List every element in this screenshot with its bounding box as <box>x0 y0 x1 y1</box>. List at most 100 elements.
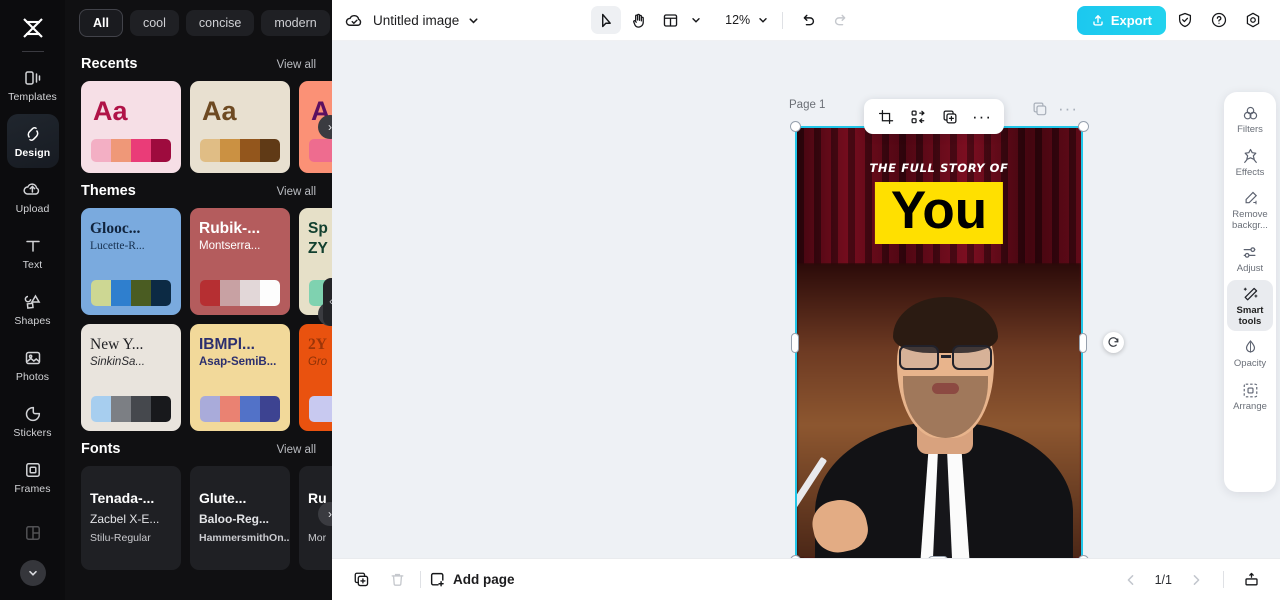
duplicate-page-button[interactable] <box>1032 101 1048 119</box>
theme-font-secondary: Montserra... <box>199 240 261 253</box>
sidebar-item-upload[interactable]: Upload <box>7 170 59 224</box>
expand-more-nav-button[interactable] <box>19 560 46 586</box>
sidebar-label: Shapes <box>14 315 51 327</box>
right-tool-remove-background[interactable]: Remove backgr... <box>1227 184 1273 235</box>
right-tool-label: Adjust <box>1236 262 1264 274</box>
resize-handle-top-right[interactable] <box>1078 121 1089 132</box>
layout-tool-button[interactable] <box>655 6 685 34</box>
collapse-panel-handle[interactable]: ‹ <box>323 278 332 326</box>
photos-icon <box>23 347 43 368</box>
sidebar-item-design[interactable]: Design <box>6 114 59 168</box>
right-tool-label: Filters <box>1237 124 1263 135</box>
palette-swatches <box>309 139 332 162</box>
capcut-logo-icon[interactable] <box>15 12 51 44</box>
duplicate-page-button[interactable] <box>346 566 376 594</box>
resize-handle-left[interactable] <box>791 333 799 353</box>
sidebar-item-photos[interactable]: Photos <box>7 338 59 392</box>
crop-button[interactable] <box>872 104 900 130</box>
zoom-caret-button[interactable] <box>754 6 772 34</box>
theme-card[interactable]: 2Y Gro <box>299 324 332 431</box>
selected-image-element[interactable]: THE FULL STORY OF You <box>795 126 1083 558</box>
theme-font-secondary: ZY <box>308 240 328 258</box>
duplicate-button[interactable] <box>936 104 964 130</box>
shield-check-button[interactable] <box>1170 6 1200 34</box>
shield-check-icon <box>1176 11 1194 29</box>
recents-view-all-link[interactable]: View all <box>277 59 316 71</box>
present-button[interactable] <box>1236 566 1266 594</box>
resize-handle-right[interactable] <box>1079 333 1087 353</box>
adjust-sliders-icon <box>1241 243 1260 262</box>
resize-handle-bottom[interactable] <box>928 556 948 558</box>
replace-shuffle-icon <box>910 109 926 125</box>
hand-tool-button[interactable] <box>623 6 653 34</box>
export-button[interactable]: Export <box>1076 5 1166 35</box>
page-more-button[interactable]: ··· <box>1058 100 1078 119</box>
smart-tools-wand-icon <box>1241 285 1260 304</box>
theme-card[interactable]: IBMPl... Asap-SemiB... <box>190 324 290 431</box>
opacity-droplet-icon <box>1241 338 1260 357</box>
font-sample-text: Aa <box>202 96 237 126</box>
more-options-button[interactable]: ··· <box>968 104 996 130</box>
theme-font-secondary: Lucette-R... <box>90 240 145 253</box>
left-nav-rail: Templates Design Upload Text Shapes Phot… <box>0 0 65 600</box>
theme-card[interactable]: Rubik-... Montserra... <box>190 208 290 315</box>
layout-caret-button[interactable] <box>687 6 705 34</box>
fonts-view-all-link[interactable]: View all <box>277 444 316 456</box>
resize-handle-top-left[interactable] <box>790 121 801 132</box>
right-tool-adjust[interactable]: Adjust <box>1227 238 1273 279</box>
add-page-button[interactable]: Add page <box>429 571 515 588</box>
bottom-divider-2 <box>1223 571 1224 588</box>
right-tool-effects[interactable]: Effects <box>1227 142 1273 183</box>
filter-chip-modern[interactable]: modern <box>261 10 330 36</box>
recents-card[interactable]: Aa <box>190 81 290 173</box>
font-card[interactable]: Tenada-... Zacbel X-E... Stilu-Regular <box>81 466 181 570</box>
next-page-button[interactable] <box>1181 566 1211 594</box>
cloud-saved-icon[interactable] <box>344 11 365 30</box>
resize-handle-bottom-right[interactable] <box>1078 555 1089 558</box>
sidebar-item-shapes[interactable]: Shapes <box>7 282 59 336</box>
right-tool-arrange[interactable]: Arrange <box>1227 376 1273 417</box>
topbar-tools-group: 12% <box>591 6 855 34</box>
artwork-headline-highlight: You <box>874 182 1004 244</box>
design-panel: All cool concise modern Recents View all… <box>65 0 332 600</box>
redo-button[interactable] <box>825 6 855 34</box>
undo-button[interactable] <box>793 6 823 34</box>
filter-chip-all[interactable]: All <box>79 9 123 37</box>
rotate-handle[interactable] <box>1103 332 1124 353</box>
themes-view-all-link[interactable]: View all <box>277 186 316 198</box>
topbar-left-group: Untitled image <box>344 11 480 30</box>
filter-chip-cool[interactable]: cool <box>129 10 179 36</box>
right-tool-opacity[interactable]: Opacity <box>1227 333 1273 374</box>
help-button[interactable] <box>1204 6 1234 34</box>
arrange-icon <box>1241 381 1260 400</box>
recents-card[interactable]: Aa <box>81 81 181 173</box>
delete-page-button[interactable] <box>382 566 412 594</box>
prev-page-button[interactable] <box>1116 566 1146 594</box>
font-card[interactable]: Glute... Baloo-Reg... HammersmithOn... <box>190 466 290 570</box>
right-tool-label: Smart tools <box>1236 305 1264 327</box>
sidebar-item-frames[interactable]: Frames <box>7 450 59 504</box>
right-tool-smart-tools[interactable]: Smart tools <box>1227 280 1273 332</box>
sidebar-item-stickers[interactable]: Stickers <box>7 394 59 448</box>
canvas-area[interactable]: Page 1 ··· ··· THE FULL STORY OF You Fil… <box>332 41 1280 558</box>
replace-button[interactable] <box>904 104 932 130</box>
right-tool-label: Arrange <box>1233 401 1267 412</box>
sidebar-item-templates[interactable]: Templates <box>7 58 59 112</box>
zoom-level-value[interactable]: 12% <box>723 13 752 27</box>
right-tools-sidebar: Filters Effects Remove backgr... Adjust … <box>1224 92 1276 492</box>
select-tool-button[interactable] <box>591 6 622 34</box>
chevron-left-icon: ‹ <box>329 296 332 308</box>
settings-button[interactable] <box>1238 6 1268 34</box>
theme-card[interactable]: New Y... SinkinSa... <box>81 324 181 431</box>
document-title[interactable]: Untitled image <box>373 13 459 28</box>
page-nav-group: 1/1 <box>1116 566 1266 594</box>
layout-panel-icon <box>662 12 679 29</box>
add-page-label: Add page <box>453 572 515 587</box>
sidebar-item-more-partial[interactable] <box>7 506 59 560</box>
right-tool-filters[interactable]: Filters <box>1227 99 1273 140</box>
sidebar-item-text[interactable]: Text <box>7 226 59 280</box>
theme-card[interactable]: Glooc... Lucette-R... <box>81 208 181 315</box>
chevron-down-icon[interactable] <box>467 14 480 27</box>
filter-chip-concise[interactable]: concise <box>185 10 255 36</box>
section-title: Fonts <box>81 441 121 457</box>
